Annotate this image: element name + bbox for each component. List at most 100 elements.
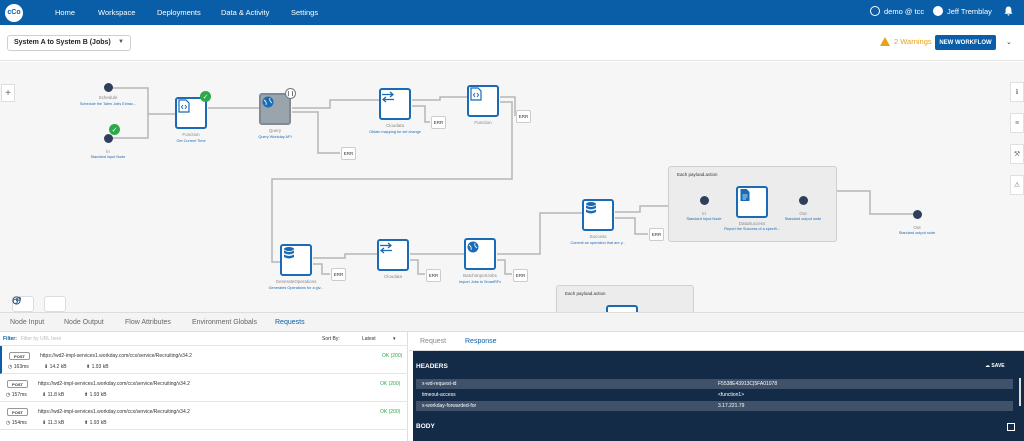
schedule-node[interactable] <box>104 83 113 92</box>
partial-node[interactable] <box>606 305 638 312</box>
document-icon <box>740 189 750 201</box>
node-sub: Schedule the Talen Jobs Extrac... <box>79 102 137 106</box>
node-sub: Standard input Node <box>90 155 126 159</box>
canvas-bottom-tools <box>12 296 66 312</box>
notifications-button[interactable] <box>1004 6 1013 16</box>
node-sub: Get Current Time <box>176 139 206 143</box>
generate-operations-node[interactable] <box>280 244 312 276</box>
headers-scrollbar[interactable] <box>1019 378 1021 406</box>
error-port[interactable]: ERR <box>516 110 531 123</box>
function-node[interactable] <box>175 97 207 129</box>
chevron-down-icon: ▾ <box>393 335 396 342</box>
request-status: OK (200) <box>380 381 401 387</box>
settings-button[interactable] <box>12 296 66 312</box>
node-label: Cloudata <box>385 123 404 128</box>
user-menu[interactable]: Jeff Tremblay <box>933 6 992 16</box>
check-icon: ✓ <box>200 91 211 102</box>
warnings-indicator[interactable]: 2 Warnings <box>880 37 932 46</box>
nav-settings[interactable]: Settings <box>291 8 318 17</box>
swap-arrows-icon <box>381 91 395 103</box>
alert-icon[interactable]: ⚠ <box>1010 175 1024 195</box>
header-key: timeout-access <box>422 392 456 398</box>
error-port[interactable]: ERR <box>341 147 356 160</box>
node-sub: Report the Success of a specifi... <box>724 227 780 231</box>
node-label: In <box>106 149 110 154</box>
workflow-canvas[interactable]: + Schedule Schedule the Talen Jobs Extra… <box>0 62 1024 312</box>
datasuccess-node[interactable] <box>736 186 768 218</box>
batch-import-jobs-node[interactable] <box>464 238 496 270</box>
tab-flow-attributes[interactable]: Flow Attributes <box>125 319 171 326</box>
chevron-down-icon: ▼ <box>118 39 124 45</box>
nav-data-activity[interactable]: Data & Activity <box>221 8 269 17</box>
cloudata-node[interactable] <box>377 239 409 271</box>
save-button[interactable]: ☁ SAVE <box>985 363 1005 369</box>
header-value: <function1> <box>718 392 745 398</box>
expand-icon[interactable] <box>1007 423 1015 431</box>
database-icon <box>284 247 294 259</box>
body-title: BODY <box>416 423 435 430</box>
nav-workspace[interactable]: Workspace <box>98 8 135 17</box>
nav-home[interactable]: Home <box>55 8 75 17</box>
workflow-select[interactable]: System A to System B (Jobs) ▼ <box>7 35 131 51</box>
in-node[interactable] <box>700 196 709 205</box>
request-url: https://wd2-impl-services1.workday.com/c… <box>38 409 190 415</box>
canvas-tools: ℹ ≡ ⚒ ⚠ <box>1010 82 1024 206</box>
request-row[interactable]: POST https://wd2-impl-services1.workday.… <box>0 374 408 402</box>
add-node-button[interactable]: + <box>1 84 15 102</box>
user-name: Jeff Tremblay <box>947 6 992 16</box>
method-badge: POST <box>9 352 30 360</box>
pause-icon[interactable]: ❙❙ <box>285 88 296 99</box>
node-label: BatchImportJobs <box>463 273 497 278</box>
tab-request[interactable]: Request <box>420 338 446 345</box>
account-switcher[interactable]: demo @ tcc <box>870 6 924 16</box>
success-node[interactable] <box>582 199 614 231</box>
header-key: x-workday-forwarded-for <box>422 403 477 409</box>
tab-requests[interactable]: Requests <box>275 319 305 326</box>
node-sub: Commit an operation that are y... <box>570 241 626 245</box>
headers-title: HEADERS <box>416 363 448 370</box>
tab-response[interactable]: Response <box>465 338 497 345</box>
new-workflow-button[interactable]: NEW WORKFLOW <box>935 35 996 50</box>
error-port[interactable]: ERR <box>431 116 446 129</box>
header-row: x-wd-request-id F5538E43913C|5FA01078 <box>416 379 1013 389</box>
request-row[interactable]: POST https://wd2-impl-services1.workday.… <box>0 402 408 430</box>
function-node[interactable] <box>467 85 499 117</box>
node-label: GenerateOperations <box>275 279 317 284</box>
sort-label: Sort By: <box>322 335 340 342</box>
out-node[interactable] <box>799 196 808 205</box>
info-icon[interactable]: ℹ <box>1010 82 1024 102</box>
node-sub: Generates Operations for a giv... <box>268 286 324 290</box>
filter-input[interactable]: Filter by URL here <box>21 336 61 342</box>
sort-select[interactable]: Latest ▾ <box>362 336 396 342</box>
filter-label: Filter: <box>3 335 17 342</box>
error-port[interactable]: ERR <box>331 268 346 281</box>
tab-environment-globals[interactable]: Environment Globals <box>192 319 257 326</box>
out-node[interactable] <box>913 210 922 219</box>
error-port[interactable]: ERR <box>426 269 441 282</box>
request-status: OK (200) <box>380 409 401 415</box>
request-row[interactable]: POST https://wd2-impl-services1.workday.… <box>0 346 408 374</box>
cloudata-node[interactable] <box>379 88 411 120</box>
in-node[interactable] <box>104 134 113 143</box>
request-url: https://wd2-impl-services1.workday.com/c… <box>40 353 192 359</box>
request-up-size: ⬆ 1.93 kB <box>84 392 107 398</box>
requests-panel: Filter: Filter by URL here Sort By: Late… <box>0 332 408 441</box>
app-logo[interactable]: cCo <box>5 3 23 22</box>
node-label: Function <box>182 132 200 137</box>
node-sub: Import Jobs to SmartRFx <box>458 280 502 284</box>
node-label: Query <box>268 128 282 133</box>
filter-row: Filter: Filter by URL here Sort By: Late… <box>0 332 408 346</box>
method-badge: POST <box>7 380 28 388</box>
request-status: OK (200) <box>382 353 403 359</box>
error-port[interactable]: ERR <box>649 228 664 241</box>
user-icon <box>933 6 943 16</box>
error-port[interactable]: ERR <box>513 269 528 282</box>
nav-deployments[interactable]: Deployments <box>157 8 201 17</box>
tab-node-input[interactable]: Node Input <box>10 319 44 326</box>
sliders-icon[interactable]: ≡ <box>1010 113 1024 133</box>
chevron-down-icon[interactable]: ⌄ <box>1006 38 1012 46</box>
header-value: 3.17.221.79 <box>718 403 745 409</box>
request-down-size: ⬇ 14.2 kB <box>44 364 67 370</box>
tab-node-output[interactable]: Node Output <box>64 319 104 326</box>
wrench-icon[interactable]: ⚒ <box>1010 144 1024 164</box>
